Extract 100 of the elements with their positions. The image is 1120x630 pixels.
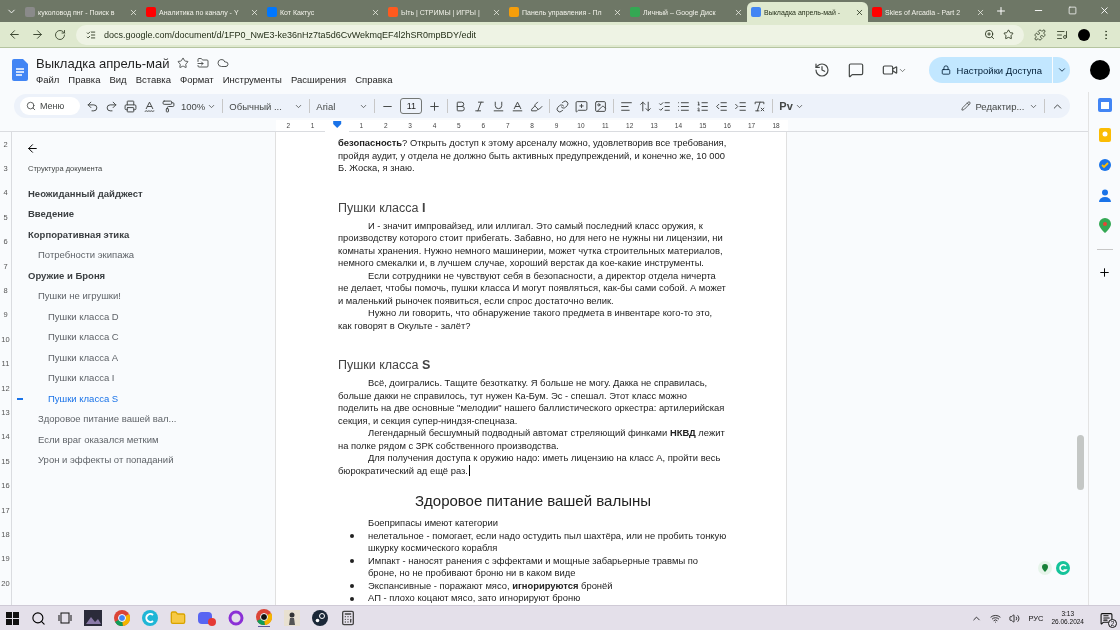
- menu-search-field[interactable]: Меню: [20, 97, 80, 115]
- outline-item[interactable]: Пушки класса S: [26, 388, 275, 409]
- clear-formatting-icon[interactable]: [753, 99, 767, 113]
- bookmark-icon[interactable]: [1003, 29, 1014, 40]
- volume-icon[interactable]: [1009, 612, 1021, 624]
- close-window-icon[interactable]: [1099, 5, 1110, 16]
- pin-icon[interactable]: [1038, 561, 1052, 575]
- comments-icon[interactable]: [847, 62, 864, 78]
- image-icon[interactable]: [594, 99, 608, 113]
- ring-icon[interactable]: [228, 610, 244, 626]
- zoom-icon[interactable]: [984, 29, 995, 40]
- menu-item[interactable]: Правка: [68, 73, 101, 85]
- menu-item[interactable]: Справка: [355, 73, 393, 85]
- menu-item[interactable]: Расширения: [290, 73, 347, 85]
- outline-item[interactable]: Оружие и Броня: [26, 265, 275, 286]
- increase-size-icon[interactable]: [428, 99, 442, 113]
- cloud-icon[interactable]: [217, 57, 230, 69]
- history-icon[interactable]: [813, 62, 830, 78]
- menu-item[interactable]: Файл: [36, 73, 60, 85]
- calculator-icon[interactable]: [340, 610, 356, 626]
- back-icon[interactable]: [26, 142, 39, 155]
- search-icon[interactable]: [31, 610, 46, 626]
- browser-icon[interactable]: [256, 609, 272, 627]
- extensions-icon[interactable]: [1034, 28, 1046, 41]
- network-icon[interactable]: [990, 612, 1002, 624]
- close-icon[interactable]: [734, 7, 743, 17]
- figure-thumbnail-icon[interactable]: [284, 610, 300, 626]
- outline-item[interactable]: Корпоративная этика: [26, 224, 275, 245]
- reload-icon[interactable]: [54, 28, 66, 41]
- zoom-dropdown[interactable]: 100%: [181, 100, 217, 112]
- task-view-icon[interactable]: [58, 612, 72, 624]
- highlight-icon[interactable]: [530, 99, 544, 113]
- new-tab-icon[interactable]: [995, 5, 1007, 17]
- outline-item[interactable]: Потребности экипажа: [26, 244, 275, 265]
- document-title[interactable]: Выкладка апрель-май: [36, 55, 170, 71]
- underline-icon[interactable]: [492, 99, 506, 113]
- add-addon-icon[interactable]: [1098, 266, 1111, 279]
- outline-item[interactable]: Если враг оказался метким: [26, 429, 275, 450]
- link-icon[interactable]: [556, 99, 570, 113]
- checklist-icon[interactable]: [658, 99, 672, 113]
- bold-icon[interactable]: [454, 99, 468, 113]
- print-icon[interactable]: [124, 99, 137, 113]
- forward-icon[interactable]: [31, 28, 44, 41]
- spellcheck-icon[interactable]: [143, 99, 156, 113]
- outline-item[interactable]: Пушки класса C: [26, 326, 275, 347]
- outline-item[interactable]: Неожиданный дайджест: [26, 183, 275, 204]
- outline-item[interactable]: Пушки класса I: [26, 367, 275, 388]
- close-icon[interactable]: [976, 7, 985, 17]
- outline-item[interactable]: Пушки не игрушки!: [26, 285, 275, 306]
- map-pin-icon[interactable]: [1098, 218, 1111, 233]
- maximize-icon[interactable]: [1068, 6, 1077, 15]
- input-tools-button[interactable]: Pv: [779, 100, 804, 112]
- address-field[interactable]: docs.google.com/document/d/1FP0_NwE3-ke36nHz7ta5d6CvWekmqEF4l2hSR0mpBDY/edit: [76, 24, 1024, 45]
- paint-format-icon[interactable]: [162, 99, 175, 113]
- video-call-icon[interactable]: [881, 62, 898, 78]
- outline-item[interactable]: Введение: [26, 203, 275, 224]
- mode-dropdown[interactable]: Редактир...: [960, 100, 1038, 112]
- outline-item[interactable]: Здоровое питание вашей вал...: [26, 408, 275, 429]
- close-icon[interactable]: [855, 7, 864, 17]
- close-icon[interactable]: [371, 7, 380, 17]
- share-button[interactable]: Настройки Доступа: [928, 57, 1052, 83]
- profile-avatar[interactable]: [1078, 28, 1090, 41]
- media-icon[interactable]: [1056, 28, 1068, 41]
- menu-item[interactable]: Формат: [179, 73, 214, 85]
- calendar-icon[interactable]: [1097, 98, 1112, 112]
- align-icon[interactable]: [620, 99, 634, 113]
- notifications-icon[interactable]: [1100, 612, 1113, 625]
- menu-item[interactable]: Инструменты: [222, 73, 282, 85]
- outline-item[interactable]: Пушки класса A: [26, 347, 275, 368]
- text-color-icon[interactable]: [511, 99, 525, 113]
- chat-app-icon[interactable]: [198, 610, 216, 626]
- add-comment-icon[interactable]: [575, 99, 589, 113]
- undo-icon[interactable]: [86, 99, 99, 113]
- font-size-field[interactable]: 11: [400, 98, 423, 114]
- start-icon[interactable]: [6, 611, 19, 625]
- italic-icon[interactable]: [473, 99, 487, 113]
- outline-item[interactable]: Пушки класса D: [26, 306, 275, 327]
- outline-item[interactable]: Урон и эффекты от попаданий: [26, 449, 275, 470]
- move-folder-icon[interactable]: [197, 57, 210, 69]
- style-dropdown[interactable]: Обычный ...: [229, 100, 304, 112]
- close-icon[interactable]: [250, 7, 259, 17]
- menu-item[interactable]: Вид: [109, 73, 127, 85]
- document-icon[interactable]: [12, 59, 28, 81]
- contacts-icon[interactable]: [1097, 188, 1112, 202]
- redo-icon[interactable]: [105, 99, 118, 113]
- steam-icon[interactable]: [312, 610, 328, 626]
- numbered-list-icon[interactable]: [696, 99, 710, 113]
- close-icon[interactable]: [129, 7, 138, 17]
- close-icon[interactable]: [492, 7, 501, 17]
- indent-decrease-icon[interactable]: [715, 99, 729, 113]
- back-icon[interactable]: [8, 28, 21, 41]
- line-spacing-icon[interactable]: [639, 99, 653, 113]
- star-icon[interactable]: [177, 57, 190, 69]
- indent-increase-icon[interactable]: [734, 99, 748, 113]
- app-thumbnail-icon[interactable]: [84, 610, 102, 626]
- close-icon[interactable]: [613, 7, 622, 17]
- tasks-icon[interactable]: [1097, 158, 1112, 172]
- font-dropdown[interactable]: Arial: [316, 100, 369, 112]
- account-avatar[interactable]: [1090, 60, 1110, 80]
- bullet-list-icon[interactable]: [677, 99, 691, 113]
